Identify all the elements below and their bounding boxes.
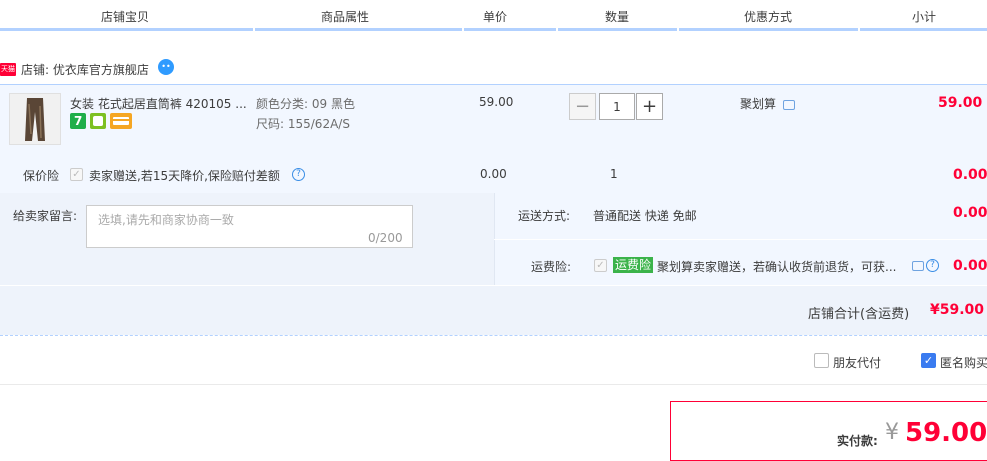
item-subtotal: 59.00 xyxy=(938,95,983,111)
shipping-fee: 0.00 xyxy=(953,205,987,221)
insurance-qty: 1 xyxy=(610,167,618,181)
help-icon[interactable]: ? xyxy=(926,259,939,272)
header-col-price: 单价 xyxy=(482,10,507,24)
attr-color: 颜色分类: 09 黑色 xyxy=(256,97,355,111)
seven-day-return-icon[interactable]: 7 xyxy=(70,113,86,129)
header-col-subtotal: 小计 xyxy=(911,10,936,24)
shop-name-link[interactable]: 店铺: 优衣库官方旗舰店 xyxy=(21,61,149,78)
header-divider xyxy=(556,28,558,31)
header-divider xyxy=(677,28,679,31)
chat-icon[interactable]: •• xyxy=(158,59,174,75)
header-divider xyxy=(462,28,464,31)
tmall-badge: 天猫 xyxy=(0,63,16,76)
help-icon[interactable]: ? xyxy=(292,168,305,181)
quantity-increase-button[interactable]: + xyxy=(636,93,663,120)
comment-icon[interactable] xyxy=(783,100,795,110)
dashed-divider xyxy=(0,335,987,336)
pants-icon xyxy=(10,94,60,144)
anonymous-label[interactable]: 匿名购买 xyxy=(940,354,987,371)
insurance-price: 0.00 xyxy=(480,167,507,181)
unit-price: 59.00 xyxy=(479,95,514,109)
insurance-subtotal: 0.00 xyxy=(953,167,987,183)
header-divider xyxy=(858,28,860,31)
guarantee-icon[interactable] xyxy=(90,113,106,129)
store-total-value: ¥59.00 xyxy=(930,302,985,318)
freight-insurance-fee: 0.00 xyxy=(953,258,987,274)
payment-label: 实付款: xyxy=(837,434,878,448)
message-label: 给卖家留言: xyxy=(13,209,78,223)
quantity-input[interactable]: 1 xyxy=(599,93,635,120)
promotion-label: 聚划算 xyxy=(740,97,777,111)
section-divider xyxy=(0,285,987,286)
anonymous-checkbox[interactable]: ✓ xyxy=(921,353,936,368)
freight-insurance-tag: 运费险 xyxy=(613,257,654,273)
product-title-link[interactable]: 女装 花式起居直筒裤 420105 ... xyxy=(70,95,248,112)
insurance-text: 卖家赠送,若15天降价,保险赔付差额 xyxy=(89,169,280,183)
store-total-label: 店铺合计(含运费) xyxy=(808,307,910,322)
freight-insurance-text: 聚划算卖家赠送，若确认收货前退货，可获... xyxy=(657,260,897,274)
options-divider xyxy=(0,384,987,385)
currency-symbol: ¥ xyxy=(885,420,899,445)
attr-size: 尺码: 155/62A/S xyxy=(256,117,350,131)
friend-pay-checkbox[interactable] xyxy=(814,353,829,368)
credit-card-icon[interactable] xyxy=(110,113,132,129)
header-col-item: 店铺宝贝 xyxy=(100,10,149,24)
payment-amount: 59.00 xyxy=(905,418,987,448)
shipping-divider xyxy=(494,239,987,240)
shipping-label: 运送方式: xyxy=(518,209,571,223)
header-col-promotion: 优惠方式 xyxy=(743,10,792,24)
shipping-method: 普通配送 快递 免邮 xyxy=(593,209,697,223)
freight-insurance-label: 运费险: xyxy=(531,260,572,274)
header-col-attributes: 商品属性 xyxy=(320,10,369,24)
freight-insurance-checkbox[interactable]: ✓ xyxy=(594,259,607,272)
header-underline xyxy=(0,28,987,31)
message-placeholder: 选填,请先和商家协商一致 xyxy=(98,213,234,227)
insurance-checkbox[interactable]: ✓ xyxy=(70,168,83,181)
comment-icon[interactable] xyxy=(912,261,924,271)
header-col-quantity: 数量 xyxy=(604,10,629,24)
insurance-label: 保价险 xyxy=(23,169,60,183)
friend-pay-label[interactable]: 朋友代付 xyxy=(833,354,881,371)
header-divider xyxy=(253,28,255,31)
quantity-decrease-button[interactable]: − xyxy=(569,93,596,120)
product-thumbnail[interactable] xyxy=(9,93,61,145)
message-counter: 0/200 xyxy=(368,231,403,245)
